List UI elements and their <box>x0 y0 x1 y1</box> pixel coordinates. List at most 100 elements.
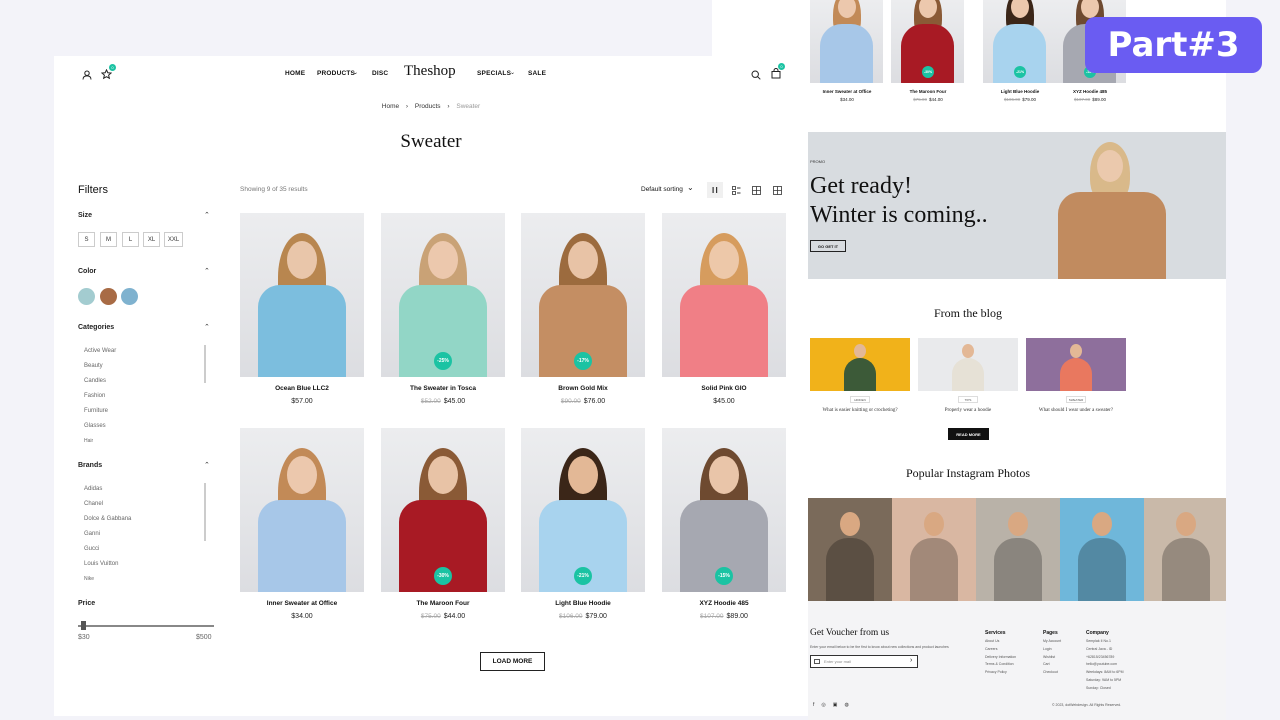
chevron-up-icon[interactable]: ⌃ <box>204 267 210 275</box>
size-option-l[interactable]: L <box>122 232 139 247</box>
view-list-button[interactable] <box>707 182 723 198</box>
brand-item[interactable]: Chanel <box>84 501 103 507</box>
chevron-up-icon[interactable]: ⌃ <box>204 323 210 331</box>
product-card[interactable]: -15% XYZ Hoodie 485 $107.00 $89.00 <box>662 428 786 624</box>
price-slider-track[interactable] <box>78 621 214 630</box>
product-name[interactable]: Ocean Blue LLC2 <box>240 385 364 392</box>
product-name[interactable]: The Maroon Four <box>891 89 965 94</box>
brand-item[interactable]: Gucci <box>84 546 99 552</box>
promo-button[interactable]: GO GET IT <box>810 240 846 252</box>
nav-products[interactable]: PRODUCTS <box>317 70 355 77</box>
brands-scrollbar[interactable] <box>204 483 206 541</box>
brand-item[interactable]: Ganni <box>84 531 100 537</box>
breadcrumb-products[interactable]: Products <box>415 103 441 110</box>
nav-sale[interactable]: SALE <box>528 70 546 77</box>
brand-item[interactable]: Nike <box>84 576 94 580</box>
footer-link[interactable]: My Account <box>1043 639 1061 643</box>
product-card[interactable]: Solid Pink GIO $45.00 <box>662 213 786 409</box>
product-image[interactable]: -30% <box>891 0 964 83</box>
product-card[interactable]: Inner Sweater at Office $34.00 <box>240 428 364 624</box>
category-item[interactable]: Furniture <box>84 408 108 414</box>
categories-scrollbar[interactable] <box>204 345 206 383</box>
dribbble-icon[interactable]: ◍ <box>845 702 856 708</box>
read-more-button[interactable]: READ MORE <box>948 428 989 440</box>
blog-post-image[interactable] <box>810 338 910 391</box>
blog-post-title[interactable]: What should I wear under a sweater? <box>1022 408 1130 413</box>
product-image[interactable]: -21% <box>983 0 1056 83</box>
color-swatch-teal[interactable] <box>78 288 95 305</box>
sort-select[interactable]: Default sorting <box>641 186 683 193</box>
product-name[interactable]: Solid Pink GIO <box>662 385 786 392</box>
blog-post-image[interactable] <box>918 338 1018 391</box>
brand-item[interactable]: Dolce & Gabbana <box>84 516 131 522</box>
view-grid-button[interactable] <box>748 182 764 198</box>
instagram-photo[interactable] <box>892 498 976 601</box>
nav-specials[interactable]: SPECIALS <box>477 70 511 77</box>
nav-home[interactable]: HOME <box>285 70 305 77</box>
product-card[interactable]: Ocean Blue LLC2 $57.00 <box>240 213 364 409</box>
category-item[interactable]: Hair <box>84 438 93 442</box>
blog-post-title[interactable]: Properly wear a hoodie <box>914 408 1022 413</box>
instagram-icon[interactable]: ◎ <box>821 702 832 708</box>
size-option-m[interactable]: M <box>100 232 117 247</box>
product-name[interactable]: Inner Sweater at Office <box>810 89 884 94</box>
view-grid-large-button[interactable] <box>769 182 785 198</box>
footer-link[interactable]: Careers <box>985 647 997 651</box>
product-card[interactable]: -25% The Sweater in Tosca $52.00 $45.00 <box>381 213 505 409</box>
product-card[interactable]: -17% Brown Gold Mix $90.00 $76.00 <box>521 213 645 409</box>
product-name[interactable]: Light Blue Hoodie <box>983 89 1057 94</box>
product-card[interactable]: -30% The Maroon Four $75.00 $44.00 <box>381 428 505 624</box>
blog-post-image[interactable] <box>1026 338 1126 391</box>
chevron-up-icon[interactable]: ⌃ <box>204 461 210 469</box>
size-option-xl[interactable]: XL <box>143 232 160 247</box>
load-more-button[interactable]: LOAD MORE <box>480 652 545 671</box>
product-name[interactable]: Inner Sweater at Office <box>240 600 364 607</box>
category-item[interactable]: Candles <box>84 378 106 384</box>
twitch-icon[interactable]: ▣ <box>833 702 845 708</box>
product-name[interactable]: Light Blue Hoodie <box>521 600 645 607</box>
instagram-photo[interactable] <box>808 498 892 601</box>
footer-link[interactable]: Delivery Information <box>985 655 1016 659</box>
product-name[interactable]: XYZ Hoodie 485 <box>662 600 786 607</box>
blog-post-title[interactable]: What is easier knitting or crocheting? <box>808 408 914 413</box>
product-image[interactable] <box>240 428 364 592</box>
breadcrumb-home[interactable]: Home <box>382 103 399 110</box>
chevron-up-icon[interactable]: ⌃ <box>204 211 210 219</box>
product-image[interactable] <box>810 0 883 83</box>
instagram-photo[interactable] <box>1144 498 1226 601</box>
footer-link[interactable]: Privacy Policy <box>985 670 1007 674</box>
nav-disc[interactable]: DISC <box>372 70 388 77</box>
search-icon[interactable] <box>751 67 761 80</box>
user-icon[interactable] <box>82 67 92 80</box>
color-swatch-blue[interactable] <box>121 288 138 305</box>
footer-link[interactable]: Terms & Condition <box>985 662 1014 666</box>
brand-item[interactable]: Adidas <box>84 486 102 492</box>
category-item[interactable]: Fashion <box>84 393 105 399</box>
footer-link[interactable]: Login <box>1043 647 1052 651</box>
size-option-xxl[interactable]: XXL <box>164 232 183 247</box>
footer-link[interactable]: Checkout <box>1043 670 1058 674</box>
product-name[interactable]: The Sweater in Tosca <box>381 385 505 392</box>
brand-item[interactable]: Louis Vuitton <box>84 561 118 567</box>
product-name[interactable]: XYZ Hoodie 485 <box>1053 89 1127 94</box>
site-logo[interactable]: Theshop <box>404 63 456 80</box>
product-image[interactable] <box>240 213 364 377</box>
instagram-photo[interactable] <box>976 498 1060 601</box>
arrow-right-icon[interactable]: › <box>910 657 912 664</box>
category-item[interactable]: Active Wear <box>84 348 116 354</box>
voucher-email-field[interactable]: Enter your mail › <box>810 655 918 668</box>
footer-link[interactable]: Cart <box>1043 662 1050 666</box>
color-swatch-brown[interactable] <box>100 288 117 305</box>
price-slider-handle[interactable] <box>80 621 86 630</box>
category-item[interactable]: Beauty <box>84 363 103 369</box>
product-image[interactable] <box>662 213 786 377</box>
product-name[interactable]: The Maroon Four <box>381 600 505 607</box>
instagram-photo[interactable] <box>1060 498 1144 601</box>
footer-link[interactable]: Wishlist <box>1043 655 1055 659</box>
product-card[interactable]: -21% Light Blue Hoodie $106.00 $79.00 <box>521 428 645 624</box>
view-details-button[interactable] <box>728 182 744 198</box>
footer-link[interactable]: About Us <box>985 639 999 643</box>
size-option-s[interactable]: S <box>78 232 95 247</box>
category-item[interactable]: Glasses <box>84 423 106 429</box>
product-name[interactable]: Brown Gold Mix <box>521 385 645 392</box>
